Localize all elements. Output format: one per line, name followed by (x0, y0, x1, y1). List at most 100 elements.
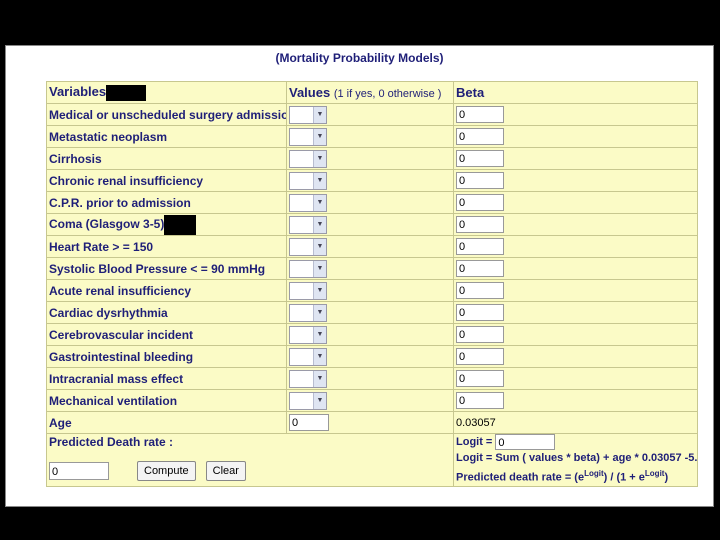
variable-cell: Metastatic neoplasm (46, 125, 287, 148)
beta-input[interactable]: 0 (456, 304, 504, 321)
variable-row: Cerebrovascular incident ▼ 0 (46, 323, 698, 346)
chevron-down-icon[interactable]: ▼ (313, 304, 326, 321)
predicted-death-rate-label: Predicted Death rate : (49, 435, 174, 449)
value-select[interactable]: ▼ (289, 149, 327, 168)
beta-input[interactable]: 0 (456, 194, 504, 211)
value-select[interactable]: ▼ (289, 281, 327, 300)
value-select[interactable]: ▼ (289, 391, 327, 410)
result-row: Predicted Death rate : 0 Compute Clear Logit… (46, 433, 698, 487)
value-select[interactable]: ▼ (289, 215, 327, 234)
age-row: Age 0 0.03057 (46, 411, 698, 434)
predicted-death-rate-field[interactable]: 0 (49, 462, 109, 480)
calculator-panel: (Mortality Probability Models) Variables… (5, 45, 714, 507)
beta-cell: 0 (453, 191, 698, 214)
chevron-down-icon[interactable]: ▼ (313, 282, 326, 299)
beta-input[interactable]: 0 (456, 172, 504, 189)
value-select[interactable]: ▼ (289, 127, 327, 146)
beta-cell: 0 (453, 257, 698, 280)
beta-input[interactable]: 0 (456, 392, 504, 409)
prediction-controls: 0 Compute Clear (49, 461, 451, 481)
beta-cell: 0 (453, 279, 698, 302)
value-select[interactable]: ▼ (289, 259, 327, 278)
beta-cell: 0 (453, 367, 698, 390)
age-cell: Age (46, 411, 287, 434)
beta-cell: 0 (453, 345, 698, 368)
rate-formula-prefix: Predicted death rate = (e (456, 471, 585, 484)
beta-input[interactable]: 0 (456, 106, 504, 123)
chevron-down-icon[interactable]: ▼ (313, 106, 326, 123)
value-cell: ▼ (286, 191, 454, 214)
chevron-down-icon[interactable]: ▼ (313, 370, 326, 387)
variable-cell: Acute renal insufficiency (46, 279, 287, 302)
chevron-down-icon[interactable]: ▼ (313, 348, 326, 365)
value-cell: ▼ (286, 235, 454, 258)
chevron-down-icon[interactable]: ▼ (313, 172, 326, 189)
rate-formula-suffix: ) (664, 471, 669, 484)
rate-formula-middle: ) / (1 + e (603, 471, 645, 484)
value-select[interactable]: ▼ (289, 171, 327, 190)
value-cell: ▼ (286, 169, 454, 192)
chevron-down-icon[interactable]: ▼ (313, 150, 326, 167)
variable-label: Systolic Blood Pressure < = 90 mmHg (49, 261, 266, 276)
beta-input[interactable]: 0 (456, 150, 504, 167)
chevron-down-icon[interactable]: ▼ (313, 194, 326, 211)
chevron-down-icon[interactable]: ▼ (313, 238, 326, 255)
values-note: (1 if yes, 0 otherwise ) (333, 88, 442, 100)
logit-field[interactable]: 0 (495, 434, 556, 451)
beta-input[interactable]: 0 (456, 282, 504, 299)
chevron-down-icon[interactable]: ▼ (313, 216, 326, 233)
variable-cell: Gastrointestinal bleeding (46, 345, 287, 368)
variable-cell: Cardiac dysrhythmia (46, 301, 287, 324)
chevron-down-icon[interactable]: ▼ (313, 260, 326, 277)
variable-label: C.P.R. prior to admission (49, 195, 191, 210)
value-select[interactable]: ▼ (289, 369, 327, 388)
variable-row: Intracranial mass effect ▼ 0 (46, 367, 698, 390)
variable-cell: Chronic renal insufficiency (46, 169, 287, 192)
variable-cell: Medical or unscheduled surgery admission (46, 103, 287, 126)
value-select[interactable]: ▼ (289, 105, 327, 124)
variable-label: Coma (Glasgow 3-5) (49, 216, 165, 231)
variables-heading: Variables (49, 84, 107, 100)
variable-cell: C.P.R. prior to admission (46, 191, 287, 214)
value-select[interactable]: ▼ (289, 237, 327, 256)
variable-cell: Heart Rate > = 150 (46, 235, 287, 258)
value-select[interactable]: ▼ (289, 303, 327, 322)
redaction-box (164, 214, 197, 235)
redaction-box (106, 84, 147, 101)
variable-cell: Intracranial mass effect (46, 367, 287, 390)
header-values: Values (1 if yes, 0 otherwise ) (286, 81, 454, 104)
value-select[interactable]: ▼ (289, 193, 327, 212)
beta-cell: 0 (453, 169, 698, 192)
value-cell: ▼ (286, 301, 454, 324)
chevron-down-icon[interactable]: ▼ (313, 128, 326, 145)
variable-label: Mechanical ventilation (49, 393, 178, 408)
variable-row: Cardiac dysrhythmia ▼ 0 (46, 301, 698, 324)
chevron-down-icon[interactable]: ▼ (313, 326, 326, 343)
clear-button[interactable]: Clear (205, 461, 246, 481)
compute-button[interactable]: Compute (137, 461, 196, 481)
variable-row: Gastrointestinal bleeding ▼ 0 (46, 345, 698, 368)
beta-input[interactable]: 0 (456, 128, 504, 145)
value-select[interactable]: ▼ (289, 325, 327, 344)
beta-input[interactable]: 0 (456, 238, 504, 255)
beta-input[interactable]: 0 (456, 348, 504, 365)
age-input[interactable]: 0 (289, 414, 329, 431)
logit-line: Logit = 0 (456, 434, 695, 451)
beta-input[interactable]: 0 (456, 370, 504, 387)
variable-label: Medical or unscheduled surgery admission (49, 107, 287, 122)
chevron-down-icon[interactable]: ▼ (313, 392, 326, 409)
header-beta: Beta (453, 81, 698, 104)
variable-label: Intracranial mass effect (49, 371, 184, 386)
beta-input[interactable]: 0 (456, 216, 504, 233)
beta-heading: Beta (456, 85, 485, 100)
value-select[interactable]: ▼ (289, 347, 327, 366)
beta-input[interactable]: 0 (456, 326, 504, 343)
value-cell: ▼ (286, 213, 454, 236)
variable-label: Cerebrovascular incident (49, 327, 194, 342)
beta-input[interactable]: 0 (456, 260, 504, 277)
beta-cell: 0 (453, 323, 698, 346)
header-variables: Variables (46, 81, 287, 104)
mpm-table: Variables Values (1 if yes, 0 otherwise … (46, 81, 698, 487)
age-value-cell: 0 (286, 411, 454, 434)
beta-cell: 0 (453, 125, 698, 148)
